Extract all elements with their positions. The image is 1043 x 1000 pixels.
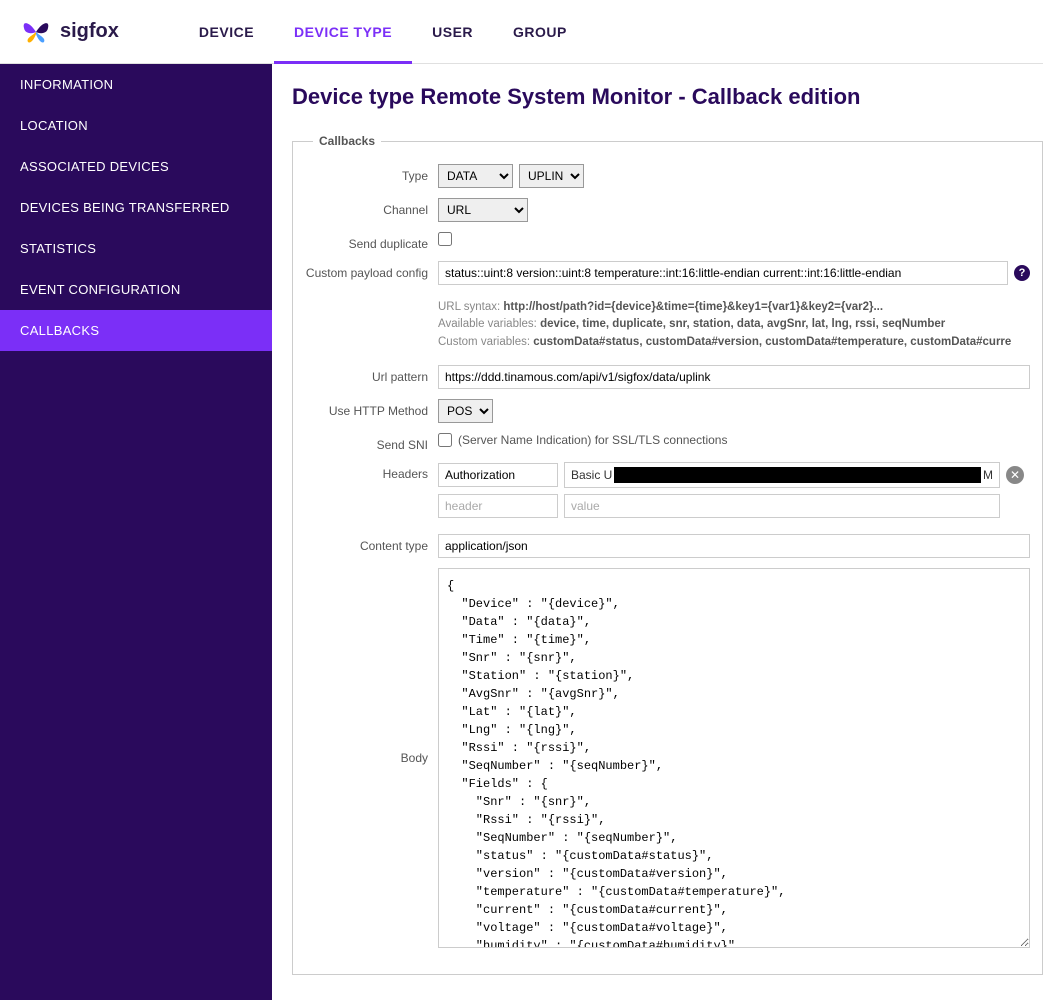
redacted-block: [614, 467, 981, 483]
send-sni-label: Send SNI: [293, 433, 438, 452]
sidebar: INFORMATION LOCATION ASSOCIATED DEVICES …: [0, 64, 272, 1000]
sidebar-location[interactable]: LOCATION: [0, 105, 272, 146]
topnav-device-type[interactable]: DEVICE TYPE: [274, 0, 412, 64]
body-textarea[interactable]: { "Device" : "{device}", "Data" : "{data…: [438, 568, 1030, 948]
content-type-input[interactable]: [438, 534, 1030, 558]
custom-payload-input[interactable]: [438, 261, 1008, 285]
butterfly-icon: [20, 16, 52, 48]
custom-payload-label: Custom payload config: [293, 261, 438, 280]
sni-hint: (Server Name Indication) for SSL/TLS con…: [458, 433, 727, 447]
main-content: Device type Remote System Monitor - Call…: [272, 64, 1043, 1000]
logo[interactable]: sigfox: [20, 16, 119, 48]
fieldset-legend: Callbacks: [313, 134, 381, 148]
http-method-select[interactable]: POST: [438, 399, 493, 423]
sidebar-event-config[interactable]: EVENT CONFIGURATION: [0, 269, 272, 310]
headers-label: Headers: [293, 462, 438, 481]
remove-header-icon[interactable]: ✕: [1006, 466, 1024, 484]
sidebar-information[interactable]: INFORMATION: [0, 64, 272, 105]
topnav-group[interactable]: GROUP: [493, 0, 587, 64]
sidebar-associated-devices[interactable]: ASSOCIATED DEVICES: [0, 146, 272, 187]
header-name-placeholder-input[interactable]: [438, 494, 558, 518]
topnav: DEVICE DEVICE TYPE USER GROUP: [179, 0, 587, 64]
url-syntax-help: URL syntax: http://host/path?id={device}…: [438, 295, 1011, 355]
page-title: Device type Remote System Monitor - Call…: [292, 84, 1043, 110]
channel-select[interactable]: URL: [438, 198, 528, 222]
content-type-label: Content type: [293, 534, 438, 553]
header-value-input[interactable]: Basic U M: [564, 462, 1000, 488]
topbar: sigfox DEVICE DEVICE TYPE USER GROUP: [0, 0, 1043, 64]
header-value-placeholder-input[interactable]: [564, 494, 1000, 518]
topnav-user[interactable]: USER: [412, 0, 493, 64]
type-label: Type: [293, 164, 438, 183]
http-method-label: Use HTTP Method: [293, 399, 438, 418]
sidebar-statistics[interactable]: STATISTICS: [0, 228, 272, 269]
topnav-device[interactable]: DEVICE: [179, 0, 274, 64]
url-pattern-label: Url pattern: [293, 365, 438, 384]
send-duplicate-checkbox[interactable]: [438, 232, 452, 246]
sidebar-callbacks[interactable]: CALLBACKS: [0, 310, 272, 351]
send-sni-checkbox[interactable]: [438, 433, 452, 447]
type-select[interactable]: DATA: [438, 164, 513, 188]
direction-select[interactable]: UPLINK: [519, 164, 584, 188]
channel-label: Channel: [293, 198, 438, 217]
help-icon[interactable]: ?: [1014, 265, 1030, 281]
callbacks-fieldset: Callbacks Type DATA UPLINK Channel URL S…: [292, 134, 1043, 975]
send-duplicate-label: Send duplicate: [293, 232, 438, 251]
url-pattern-input[interactable]: [438, 365, 1030, 389]
sidebar-devices-transferred[interactable]: DEVICES BEING TRANSFERRED: [0, 187, 272, 228]
body-label: Body: [293, 751, 438, 765]
header-name-input[interactable]: [438, 463, 558, 487]
brand-text: sigfox: [60, 20, 119, 43]
